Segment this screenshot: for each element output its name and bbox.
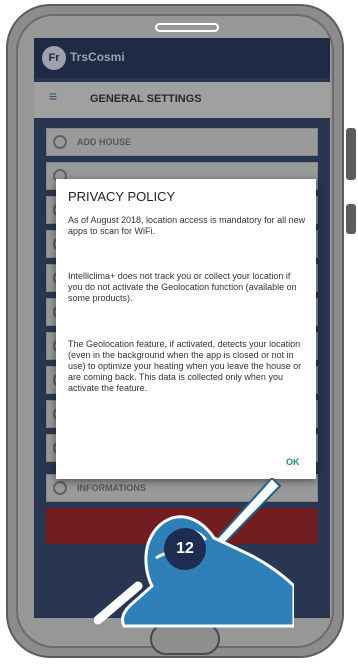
hand-palm xyxy=(120,515,294,628)
phone-speaker xyxy=(155,23,219,32)
power-button xyxy=(346,204,356,234)
hand-finger xyxy=(212,478,282,550)
privacy-policy-dialog: PRIVACY POLICY As of August 2018, locati… xyxy=(56,179,316,479)
dialog-paragraph-2: Intelliclima+ does not track you or coll… xyxy=(68,271,297,303)
dialog-paragraph-3: The Geolocation feature, if activated, d… xyxy=(68,339,302,393)
dialog-paragraph-1: As of August 2018, location access is ma… xyxy=(68,215,306,236)
ok-button[interactable]: OK xyxy=(286,457,300,467)
volume-button xyxy=(346,128,356,180)
step-number-badge: 12 xyxy=(164,528,206,570)
dialog-title: PRIVACY POLICY xyxy=(68,189,176,204)
